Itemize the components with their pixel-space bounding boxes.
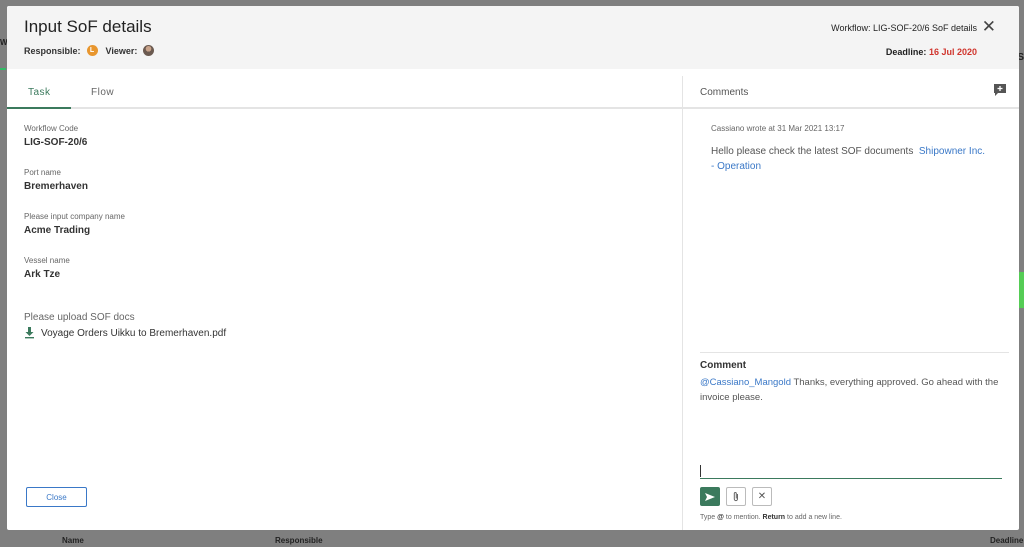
clear-button[interactable]: ✕ — [752, 487, 772, 506]
comments-header: Comments — [683, 69, 1019, 109]
send-icon — [705, 492, 715, 501]
add-comment-icon[interactable] — [993, 83, 1007, 102]
deadline-date: 16 Jul 2020 — [928, 47, 977, 57]
viewer-label: Viewer: — [105, 45, 138, 56]
modal-meta: Responsible: L Viewer: — [24, 45, 155, 56]
compose-label: Comment — [700, 360, 747, 371]
text-cursor — [700, 465, 701, 477]
paperclip-icon — [733, 492, 738, 502]
comments-panel: Comments Cassiano wrote at 31 Mar 2021 1… — [683, 69, 1019, 530]
field-value: Bremerhaven — [24, 181, 88, 192]
deadline: Deadline: 16 Jul 2020 — [886, 47, 977, 57]
workflow-label: Workflow: LIG-SOF-20/6 SoF details — [831, 23, 977, 33]
field-label: Please input company name — [24, 212, 125, 221]
responsible-label: Responsible: — [24, 45, 81, 56]
tab-task[interactable]: Task — [28, 87, 51, 98]
upload-label: Please upload SOF docs — [24, 312, 135, 323]
comment-body: Hello please check the latest SOF docume… — [711, 144, 991, 174]
tab-bar: Task Flow — [7, 69, 682, 109]
modal-title: Input SoF details — [24, 17, 152, 36]
send-button[interactable] — [700, 487, 720, 506]
active-tab-indicator — [7, 107, 71, 109]
deadline-label: Deadline: — [885, 47, 927, 57]
comment-input[interactable] — [700, 463, 1002, 479]
comment-draft: @Cassiano_Mangold Thanks, everything app… — [700, 375, 1005, 405]
attach-button[interactable] — [726, 487, 746, 506]
close-button[interactable]: Close — [26, 487, 87, 507]
responsible-avatar[interactable]: L — [86, 45, 98, 56]
file-name[interactable]: Voyage Orders Uikku to Bremerhaven.pdf — [41, 328, 226, 339]
field-label: Port name — [24, 168, 61, 177]
field-value: Ark Tze — [24, 269, 61, 280]
download-icon[interactable] — [24, 327, 35, 339]
viewer-avatar[interactable] — [143, 45, 155, 56]
field-workflow-code: Workflow Code LIG-SOF-20/6 — [24, 124, 87, 148]
field-port-name: Port name Bremerhaven — [24, 168, 88, 192]
hint-return: Return — [762, 514, 786, 521]
field-company-name: Please input company name Acme Trading — [24, 212, 125, 236]
close-icon[interactable]: ✕ — [982, 18, 996, 35]
comments-separator — [700, 352, 1009, 353]
field-label: Workflow Code — [24, 124, 79, 133]
tab-flow[interactable]: Flow — [91, 87, 114, 98]
background-header-deadline: Deadline — [990, 536, 1024, 545]
hint-at: @ — [717, 514, 724, 521]
file-link[interactable]: Voyage Orders Uikku to Bremerhaven.pdf — [24, 327, 226, 339]
hint-mid: to mention. — [725, 514, 761, 521]
hint-suffix: to add a new line. — [787, 514, 842, 521]
task-modal: Input SoF details Responsible: L Viewer:… — [7, 6, 1019, 530]
background-header-name: Name — [62, 536, 84, 545]
field-value: Acme Trading — [24, 225, 91, 236]
field-vessel-name: Vessel name Ark Tze — [24, 256, 70, 280]
clear-icon: ✕ — [757, 491, 767, 502]
comments-title: Comments — [700, 87, 749, 98]
field-label: Vessel name — [24, 256, 70, 265]
task-panel: Task Flow Workflow Code LIG-SOF-20/6 Por… — [7, 69, 682, 530]
input-hint: Type @ to mention. Return to add a new l… — [700, 514, 842, 521]
comment-author: Cassiano wrote at 31 Mar 2021 13:17 — [711, 124, 845, 133]
background-table-header: Name Responsible Deadline — [0, 533, 1024, 547]
comment-text: Hello please check the latest SOF docume… — [711, 146, 914, 157]
background-indicator — [0, 68, 6, 70]
hint-prefix: Type — [700, 514, 716, 521]
field-value: LIG-SOF-20/6 — [24, 137, 88, 148]
draft-mention[interactable]: @Cassiano_Mangold — [700, 377, 791, 388]
modal-header: Input SoF details Responsible: L Viewer:… — [7, 6, 1019, 69]
background-header-responsible: Responsible — [275, 536, 323, 545]
